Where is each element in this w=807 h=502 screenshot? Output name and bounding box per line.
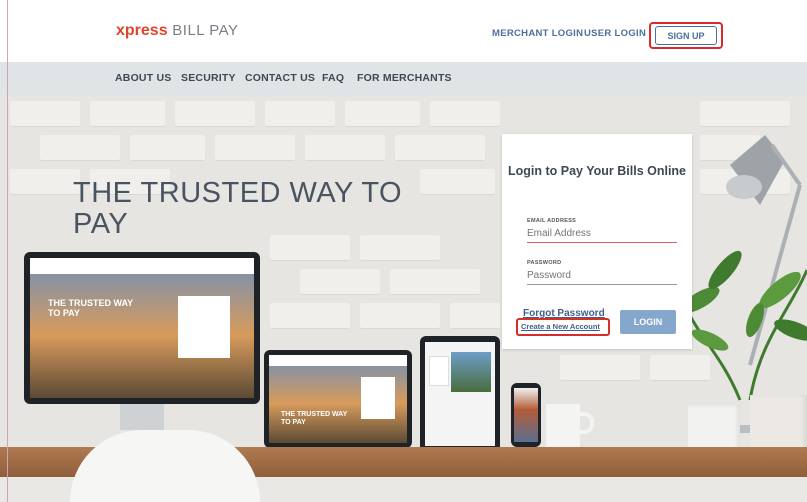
sign-up-button[interactable]: SIGN UP [655, 26, 717, 45]
hero-title: THE TRUSTED WAY TO PAY [73, 177, 403, 240]
nav-contact-us[interactable]: CONTACT US [245, 72, 315, 84]
password-input[interactable] [527, 267, 677, 285]
email-input[interactable] [527, 225, 677, 243]
left-border [7, 0, 8, 502]
plant-image [680, 250, 807, 401]
mug-image [546, 404, 580, 450]
nav-about-us[interactable]: ABOUT US [115, 72, 171, 84]
monitor-hero-text: THE TRUSTED WAY TO PAY [48, 298, 134, 318]
merchant-login-link[interactable]: MERCHANT LOGIN [492, 28, 583, 39]
page: xpress BILL PAY MERCHANT LOGIN USER LOGI… [0, 0, 807, 502]
email-label: EMAIL ADDRESS [527, 218, 577, 224]
nav-for-merchants[interactable]: FOR MERCHANTS [357, 72, 452, 84]
login-title: Login to Pay Your Bills Online [507, 164, 687, 178]
laptop-image: THE TRUSTED WAY TO PAY [264, 350, 412, 448]
tablet-image [420, 336, 500, 452]
logo-text: BILL PAY [172, 22, 239, 39]
login-card: Login to Pay Your Bills Online EMAIL ADD… [502, 134, 692, 349]
monitor-stand [120, 404, 164, 430]
create-account-link[interactable]: Create a New Account [521, 322, 600, 331]
site-logo[interactable]: xpress BILL PAY [116, 22, 239, 40]
monitor-image: THE TRUSTED WAY TO PAY [24, 252, 260, 404]
user-login-link[interactable]: USER LOGIN [584, 28, 646, 39]
password-label: PASSWORD [527, 260, 562, 266]
laptop-hero-text: THE TRUSTED WAY TO PAY [281, 411, 348, 426]
phone-image [511, 383, 541, 447]
nav-faq[interactable]: FAQ [322, 72, 344, 84]
logo-brand: xpress [116, 22, 168, 39]
login-button[interactable]: LOGIN [620, 310, 676, 334]
nav-security[interactable]: SECURITY [181, 72, 236, 84]
